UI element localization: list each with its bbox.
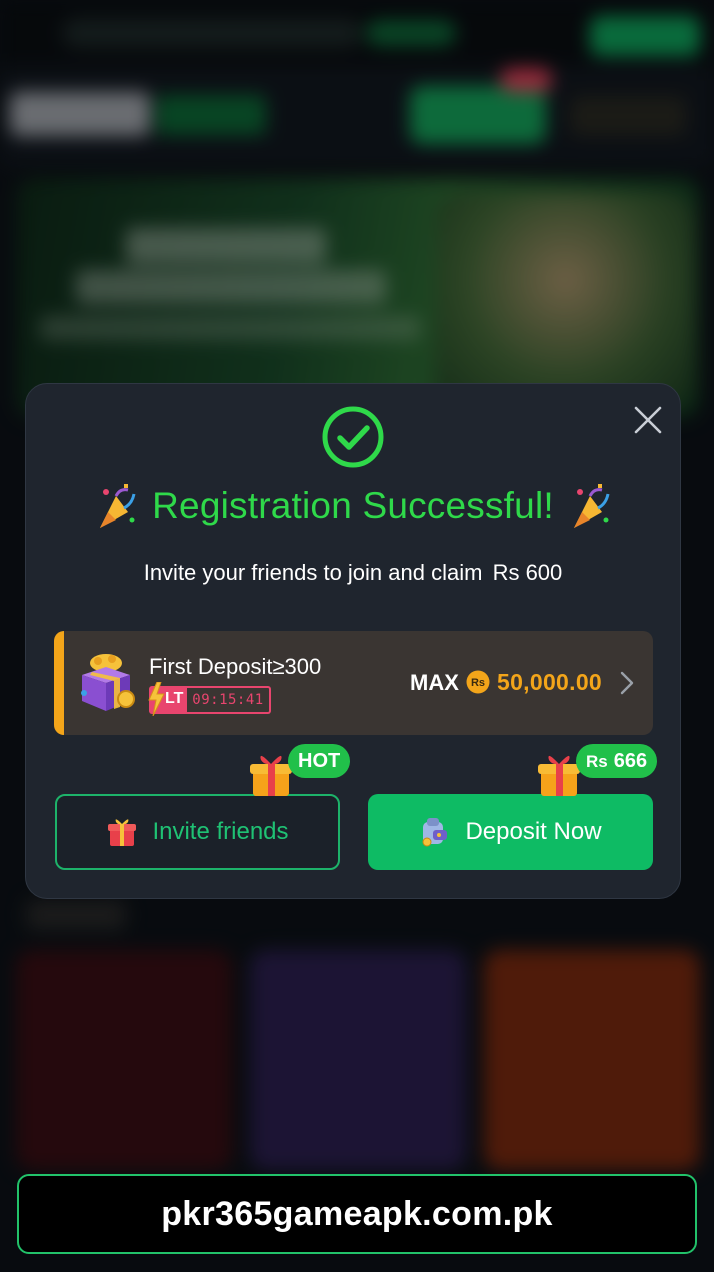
subtitle-text: Invite your friends to join and claim <box>143 560 483 585</box>
invite-friends-label: Invite friends <box>152 818 289 845</box>
gift-icon <box>538 755 580 796</box>
deposit-now-button[interactable]: Deposit Now <box>368 794 653 870</box>
promo-amount: 50,000.00 <box>497 669 603 695</box>
rupee-coin-icon: Rs <box>466 670 490 694</box>
party-popper-icon <box>100 484 136 528</box>
party-popper-icon <box>573 484 610 528</box>
modal-title: Registration Successful! <box>152 485 554 526</box>
first-deposit-promo[interactable]: First Deposit≥300 LT 09:15:41 MAX Rs 50,… <box>54 631 653 735</box>
hot-tag: HOT <box>248 744 358 804</box>
modal-subtitle: Invite your friends to join and claim Rs… <box>26 560 680 586</box>
close-button[interactable] <box>628 400 668 440</box>
app-screen: Registration Successful! Invite your fri… <box>0 0 714 1272</box>
chevron-right-icon <box>620 671 634 695</box>
bonus-tag: Rs 666 <box>536 744 666 804</box>
subtitle-amount: Rs 600 <box>492 560 563 585</box>
url-banner: pkr365gameapk.com.pk <box>17 1174 697 1254</box>
max-label: MAX <box>410 670 459 695</box>
coin-symbol: Rs <box>471 677 485 689</box>
check-circle-icon <box>322 406 384 468</box>
promo-title: First Deposit≥300 <box>149 654 322 679</box>
lt-label: LT <box>165 690 184 707</box>
gift-icon <box>250 755 292 796</box>
promo-accent-bar <box>54 631 64 735</box>
invite-friends-button[interactable]: Invite friends <box>55 794 340 870</box>
lightning-icon <box>148 682 165 716</box>
limited-time-badge: LT 09:15:41 <box>148 682 273 716</box>
gift-icon <box>108 819 137 846</box>
bonus-tag-amount: 666 <box>613 750 648 772</box>
countdown-timer: 09:15:41 <box>187 686 271 714</box>
bonus-tag-pill: Rs 666 <box>576 744 658 778</box>
hot-tag-label: HOT <box>288 744 351 778</box>
deposit-now-label: Deposit Now <box>465 818 602 845</box>
gift-box-icon <box>81 654 135 711</box>
bonus-tag-symbol: Rs <box>586 752 608 771</box>
url-text: pkr365gameapk.com.pk <box>161 1194 553 1233</box>
title-row: Registration Successful! <box>26 478 680 534</box>
wallet-icon <box>422 818 448 847</box>
registration-success-modal: Registration Successful! Invite your fri… <box>25 383 681 899</box>
close-icon <box>634 406 662 434</box>
